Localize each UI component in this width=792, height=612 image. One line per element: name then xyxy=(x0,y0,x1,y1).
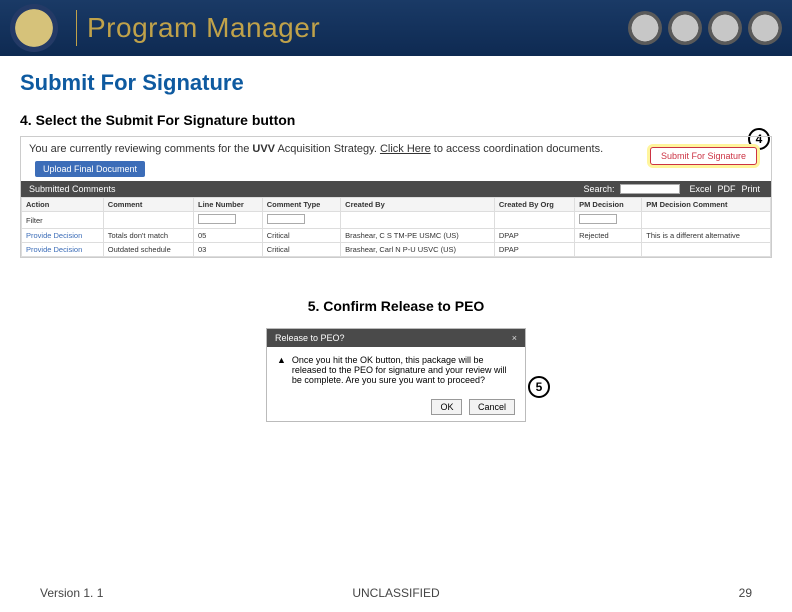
filter-select[interactable] xyxy=(198,214,236,224)
cell: 03 xyxy=(193,243,262,257)
release-dialog: Release to PEO? × ▲ Once you hit the OK … xyxy=(266,328,526,422)
classification-label: UNCLASSIFIED xyxy=(352,586,439,600)
table-filter-row: Filter xyxy=(22,212,771,229)
service-seals xyxy=(628,11,782,45)
export-pdf[interactable]: PDF xyxy=(717,184,735,194)
tab-submitted-comments[interactable]: Submitted Comments xyxy=(29,184,116,194)
cell: Outdated schedule xyxy=(103,243,193,257)
col-decision[interactable]: PM Decision xyxy=(575,198,642,212)
app-banner: Program Manager xyxy=(0,0,792,56)
cell: Critical xyxy=(262,229,340,243)
col-action[interactable]: Action xyxy=(22,198,104,212)
col-createdby[interactable]: Created By xyxy=(341,198,495,212)
dod-seal-icon xyxy=(10,4,58,52)
step4-heading: 4. Select the Submit For Signature butto… xyxy=(20,112,772,128)
text: Acquisition Strategy. xyxy=(275,143,380,155)
filter-select[interactable] xyxy=(579,214,617,224)
app-title: Program Manager xyxy=(87,12,320,44)
seal-icon xyxy=(628,11,662,45)
app-screenshot-step4: You are currently reviewing comments for… xyxy=(20,136,772,258)
comments-tabbar: Submitted Comments Search: Excel PDF Pri… xyxy=(21,181,771,197)
provide-decision-link[interactable]: Provide Decision xyxy=(22,243,104,257)
program-code: UVV xyxy=(252,143,275,155)
cell: Rejected xyxy=(575,229,642,243)
text: to access coordination documents. xyxy=(431,143,603,155)
cell xyxy=(642,243,771,257)
cell: DPAP xyxy=(494,243,574,257)
seal-icon xyxy=(708,11,742,45)
cell: Totals don't match xyxy=(103,229,193,243)
step5-heading: 5. Confirm Release to PEO xyxy=(308,298,485,314)
review-sentence: You are currently reviewing comments for… xyxy=(21,137,771,161)
page-number: 29 xyxy=(739,586,752,600)
filter-label: Filter xyxy=(22,212,104,229)
cell xyxy=(575,243,642,257)
upload-final-document-button[interactable]: Upload Final Document xyxy=(35,161,145,177)
click-here-link[interactable]: Click Here xyxy=(380,143,431,155)
page-title: Submit For Signature xyxy=(20,70,772,96)
slide-footer: Version 1. 1 UNCLASSIFIED 29 xyxy=(0,586,792,600)
callout-badge-5: 5 xyxy=(528,376,550,398)
search-label: Search: xyxy=(583,184,614,194)
cell: Brashear, Carl N P-U USVC (US) xyxy=(341,243,495,257)
export-print[interactable]: Print xyxy=(741,184,760,194)
comments-table: Action Comment Line Number Comment Type … xyxy=(21,197,771,257)
warning-icon: ▲ xyxy=(277,355,286,385)
cell: DPAP xyxy=(494,229,574,243)
dialog-title: Release to PEO? xyxy=(275,333,345,343)
seal-icon xyxy=(748,11,782,45)
dialog-body-text: Once you hit the OK button, this package… xyxy=(292,355,515,385)
divider xyxy=(76,10,77,46)
cell: Critical xyxy=(262,243,340,257)
col-dcomment[interactable]: PM Decision Comment xyxy=(642,198,771,212)
search-input[interactable] xyxy=(620,184,680,194)
submit-for-signature-button[interactable]: Submit For Signature xyxy=(650,147,757,165)
cell: This is a different alternative xyxy=(642,229,771,243)
cancel-button[interactable]: Cancel xyxy=(469,399,515,415)
text: You are currently reviewing comments for… xyxy=(29,143,252,155)
cell: Brashear, C S TM-PE USMC (US) xyxy=(341,229,495,243)
col-comment[interactable]: Comment xyxy=(103,198,193,212)
seal-icon xyxy=(668,11,702,45)
version-label: Version 1. 1 xyxy=(40,586,103,600)
table-row: Provide Decision Totals don't match 05 C… xyxy=(22,229,771,243)
ok-button[interactable]: OK xyxy=(431,399,462,415)
col-line[interactable]: Line Number xyxy=(193,198,262,212)
export-excel[interactable]: Excel xyxy=(689,184,711,194)
table-row: Provide Decision Outdated schedule 03 Cr… xyxy=(22,243,771,257)
close-icon[interactable]: × xyxy=(512,333,517,343)
filter-select[interactable] xyxy=(267,214,305,224)
provide-decision-link[interactable]: Provide Decision xyxy=(22,229,104,243)
dialog-header: Release to PEO? × xyxy=(267,329,525,347)
cell: 05 xyxy=(193,229,262,243)
col-org[interactable]: Created By Org xyxy=(494,198,574,212)
table-header-row: Action Comment Line Number Comment Type … xyxy=(22,198,771,212)
col-ctype[interactable]: Comment Type xyxy=(262,198,340,212)
